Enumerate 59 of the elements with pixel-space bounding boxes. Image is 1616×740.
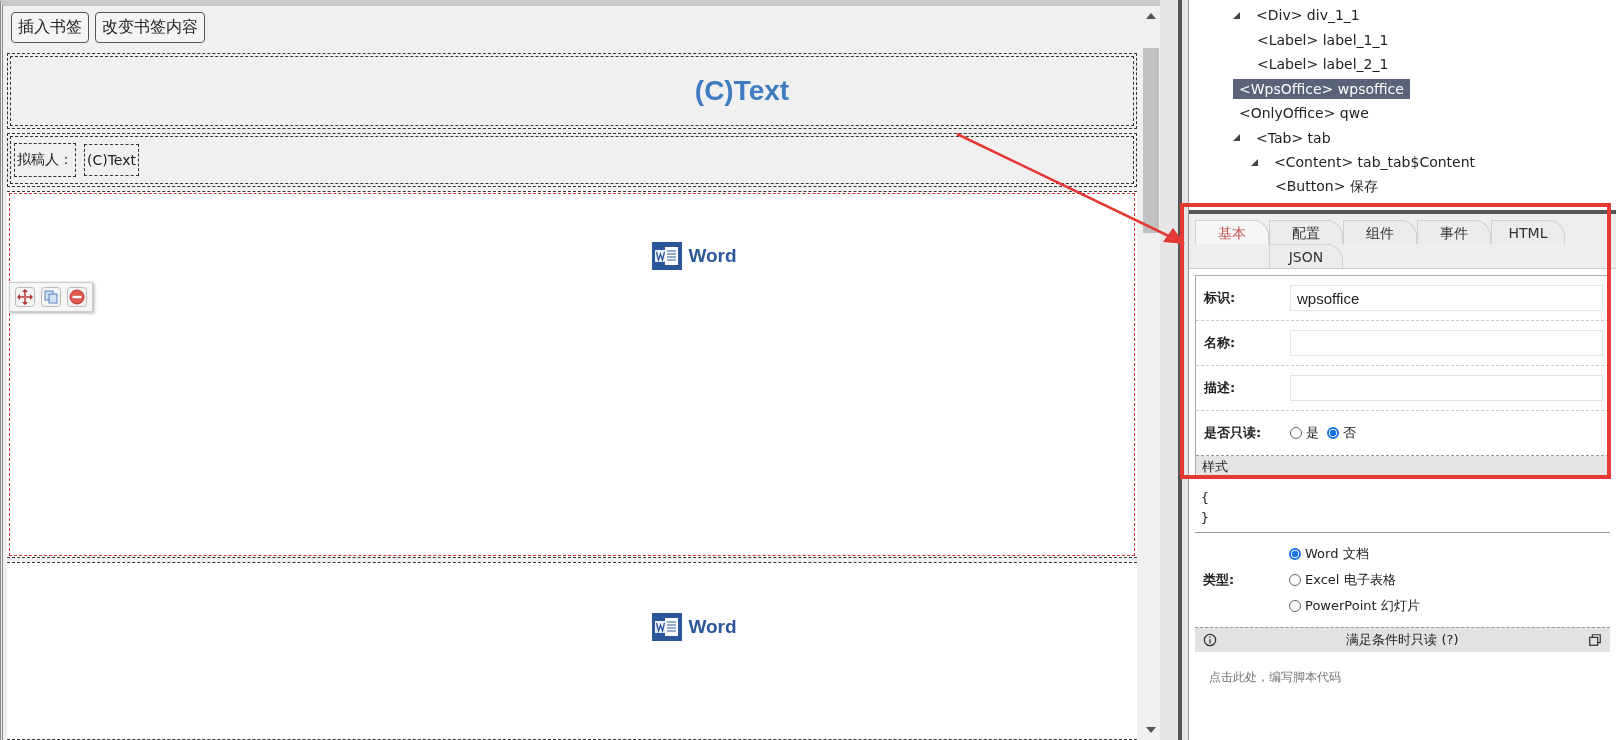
expand-icon[interactable] [1233, 134, 1240, 142]
radio-label: Word 文档 [1305, 545, 1369, 563]
document-icon [652, 613, 683, 641]
radio-button[interactable] [1289, 574, 1301, 586]
input-field[interactable] [1290, 375, 1603, 401]
field-label: 名称: [1204, 334, 1237, 352]
tree-item[interactable]: <Div> div_1_1 [1250, 5, 1366, 26]
restore-icon[interactable] [1588, 633, 1602, 647]
delete-icon[interactable] [67, 287, 87, 307]
property-tab[interactable]: 基本 [1195, 220, 1269, 244]
radio-label: 否 [1343, 424, 1356, 442]
splitter[interactable] [1160, 0, 1188, 740]
tree-item[interactable]: <WpsOffice> wpsoffice [1233, 78, 1410, 99]
field-label: 标识: [1204, 289, 1237, 307]
tree-item[interactable]: <Button> 保存 [1269, 175, 1384, 198]
field-label: 描述: [1204, 379, 1237, 397]
radio-label: Excel 电子表格 [1305, 571, 1396, 589]
radio-label: PowerPoint 幻灯片 [1305, 597, 1420, 615]
document-area[interactable]: Word [7, 562, 1137, 740]
document-area[interactable]: Word [7, 191, 1137, 558]
drafter-value: (C)Text [84, 144, 139, 176]
section-title: 样式 [1202, 458, 1228, 476]
scroll-up-icon[interactable] [1145, 13, 1156, 19]
info-icon[interactable] [1203, 633, 1217, 647]
toolbar-button[interactable]: 插入书签 [11, 12, 89, 43]
tree-item[interactable]: <Label> label_1_1 [1251, 29, 1395, 50]
radio-label: 是 [1306, 424, 1319, 442]
scroll-thumb[interactable] [1142, 48, 1159, 233]
field-label: 是否只读: [1204, 424, 1263, 442]
tree-item[interactable]: <OnlyOffice> qwe [1233, 103, 1375, 124]
toolbar-button[interactable]: 改变书签内容 [95, 12, 205, 43]
document-label: Word [688, 245, 737, 267]
code-line: { [1201, 489, 1210, 507]
input-field[interactable]: wpsoffice [1290, 285, 1603, 311]
property-tab[interactable]: 配置 [1269, 220, 1343, 244]
property-tab[interactable]: HTML [1491, 220, 1565, 244]
radio-button[interactable] [1289, 600, 1301, 612]
code-line: } [1201, 509, 1210, 527]
drafter-label: 拟稿人： [14, 143, 76, 177]
move-icon[interactable] [15, 287, 35, 307]
document-icon [652, 242, 683, 270]
tree-item[interactable]: <Content> tab_tab$Content [1268, 152, 1482, 173]
tree-item[interactable]: <Label> label_2_1 [1251, 54, 1395, 75]
property-tab[interactable]: 组件 [1343, 220, 1417, 244]
expand-icon[interactable] [1233, 11, 1240, 19]
expand-icon[interactable] [1251, 158, 1258, 166]
radio-button[interactable] [1290, 427, 1302, 439]
document-label: Word [688, 616, 737, 638]
property-tab[interactable]: JSON [1269, 244, 1343, 268]
field-label: 类型: [1203, 571, 1236, 589]
section-title: 满足条件时只读 (?) [1346, 631, 1459, 649]
copy-icon[interactable] [41, 287, 61, 307]
radio-button[interactable] [1327, 427, 1339, 439]
input-field[interactable] [1290, 330, 1603, 356]
scroll-down-icon[interactable] [1145, 727, 1156, 733]
property-tab[interactable]: 事件 [1417, 220, 1491, 244]
radio-button[interactable] [1289, 548, 1301, 560]
title-text: (C)Text [694, 75, 790, 107]
tree-item[interactable]: <Tab> tab [1250, 127, 1337, 148]
